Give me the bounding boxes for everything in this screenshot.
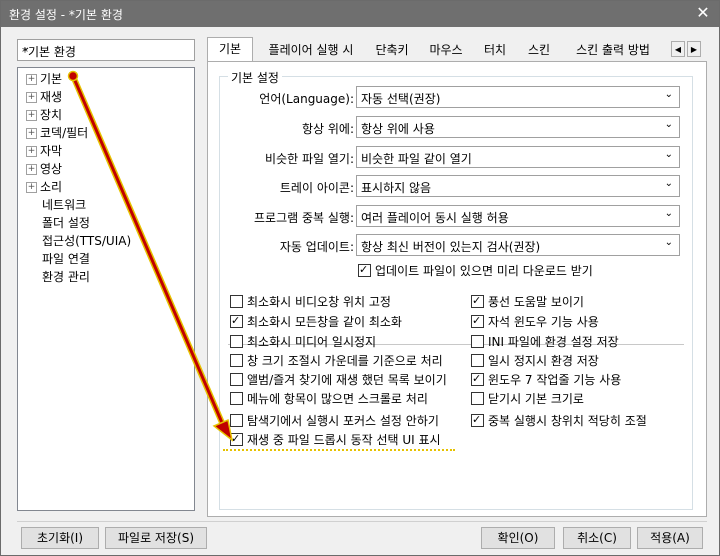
tree-item-network[interactable]: 네트워크 — [42, 196, 86, 214]
expand-icon[interactable]: + — [26, 74, 37, 85]
tab-skin-output[interactable]: 스킨 출력 방법 — [563, 39, 663, 61]
ok-button[interactable]: 확인(O) — [481, 527, 555, 549]
chevron-down-icon: ⌄ — [664, 149, 673, 160]
tree-item-codec[interactable]: + 코덱/필터 — [26, 124, 88, 142]
option-save-ini[interactable]: INI 파일에 환경 설정 저장 — [471, 334, 619, 350]
language-label: 언어(Language): — [259, 92, 354, 106]
option-show-played-list[interactable]: 앨범/즐겨 찾기에 재생 했던 목록 보이기 — [230, 372, 447, 388]
title-bar: 환경 설정 - *기본 환경 ✕ — [1, 1, 719, 27]
chevron-down-icon: ⌄ — [664, 237, 673, 248]
expand-icon[interactable]: + — [26, 146, 37, 157]
window-title: 환경 설정 - *기본 환경 — [9, 8, 123, 22]
expand-icon[interactable]: + — [26, 92, 37, 103]
option-pause-on-minimize[interactable]: 최소화시 미디어 일시정지 — [230, 334, 376, 350]
tab-scroll-left-icon[interactable]: ◀ — [671, 41, 685, 57]
option-resize-from-center[interactable]: 창 크기 조절시 가운데를 기준으로 처리 — [230, 353, 443, 369]
auto-update-label: 자동 업데이트: — [279, 240, 354, 254]
expand-icon[interactable]: + — [26, 110, 37, 121]
option-save-on-pause[interactable]: 일시 정지시 환경 저장 — [471, 353, 599, 369]
tree-item-file-association[interactable]: 파일 연결 — [42, 250, 90, 268]
option-win7-taskbar[interactable]: 윈도우 7 작업줄 기능 사용 — [471, 371, 621, 388]
preferences-window: 환경 설정 - *기본 환경 ✕ *기본 환경 ⌄ + 기본 + 재생 + 장치 + 코… — [0, 0, 720, 556]
cancel-button[interactable]: 취소(C) — [563, 527, 631, 549]
tree-item-subtitle[interactable]: + 자막 — [26, 142, 62, 160]
multi-instance-label: 프로그램 중복 실행: — [254, 211, 354, 225]
tree-item-video[interactable]: + 영상 — [26, 160, 62, 178]
chevron-down-icon: ⌄ — [664, 119, 673, 130]
checkbox-icon[interactable] — [358, 262, 371, 278]
option-drop-action-ui[interactable]: 재생 중 파일 드롭시 동작 선택 UI 표시 — [230, 431, 441, 448]
multi-instance-select[interactable]: 여러 플레이어 동시 실행 허용 ⌄ — [356, 205, 680, 227]
profile-select[interactable]: *기본 환경 ⌄ — [17, 39, 195, 61]
footer-divider — [17, 521, 707, 522]
expand-icon[interactable]: + — [26, 164, 37, 175]
predownload-update-checkbox[interactable]: 업데이트 파일이 있으면 미리 다운로드 받기 — [358, 262, 593, 279]
expand-icon[interactable]: + — [26, 182, 37, 193]
option-no-focus-from-explorer[interactable]: 탐색기에서 실행시 포커스 설정 안하기 — [230, 413, 439, 429]
tree-item-basic[interactable]: + 기본 — [26, 70, 62, 88]
basic-settings-title: 기본 설정 — [228, 69, 282, 86]
chevron-down-icon: ⌄ — [664, 208, 673, 219]
always-on-top-select[interactable]: 항상 위에 사용 ⌄ — [356, 116, 680, 138]
chevron-down-icon: ⌄ — [22, 42, 31, 53]
always-on-top-label: 항상 위에: — [301, 122, 354, 136]
tree-item-audio[interactable]: + 소리 — [26, 178, 62, 196]
chevron-down-icon: ⌄ — [664, 178, 673, 189]
tab-touch[interactable]: 터치 — [475, 39, 515, 61]
tray-icon-label: 트레이 아이콘: — [279, 181, 354, 195]
apply-button[interactable]: 적용(A) — [637, 527, 703, 549]
settings-tree[interactable]: + 기본 + 재생 + 장치 + 코덱/필터 + 자막 + 영상 + 소리 네트워크 폴더 설… — [17, 67, 195, 511]
highlight-underline — [223, 449, 455, 451]
tab-skin[interactable]: 스킨 — [519, 39, 559, 61]
auto-update-select[interactable]: 항상 최신 버전이 있는지 검사(권장) ⌄ — [356, 234, 680, 256]
tree-item-device[interactable]: + 장치 — [26, 106, 62, 124]
reset-button[interactable]: 초기화(I) — [21, 527, 99, 549]
option-magnetic-window[interactable]: 자석 윈도우 기능 사용 — [471, 313, 599, 330]
tab-mouse[interactable]: 마우스 — [421, 39, 471, 61]
option-default-size-on-close[interactable]: 닫기시 기본 크기로 — [471, 391, 584, 407]
tray-icon-select[interactable]: 표시하지 않음 ⌄ — [356, 175, 680, 197]
tab-on-launch[interactable]: 플레이어 실행 시 — [257, 39, 365, 61]
similar-files-select[interactable]: 비슷한 파일 같이 열기 ⌄ — [356, 146, 680, 168]
option-scroll-long-menu[interactable]: 메뉴에 항목이 많으면 스크롤로 처리 — [230, 391, 428, 407]
tree-item-folder[interactable]: 폴더 설정 — [42, 214, 90, 232]
tree-item-profile-manage[interactable]: 환경 관리 — [42, 268, 90, 286]
option-minimize-all[interactable]: 최소화시 모든창을 같이 최소화 — [230, 313, 402, 330]
chevron-down-icon: ⌄ — [664, 89, 673, 100]
option-adjust-window-position[interactable]: 중복 실행시 창위치 적당히 조절 — [471, 412, 647, 429]
tab-scroll-right-icon[interactable]: ▶ — [687, 41, 701, 57]
tab-basic[interactable]: 기본 — [207, 37, 253, 61]
tab-strip: 기본 플레이어 실행 시 단축키 마우스 터치 스킨 스킨 출력 방법 ◀ ▶ — [207, 37, 707, 61]
similar-files-label: 비슷한 파일 열기: — [265, 152, 354, 166]
tree-item-playback[interactable]: + 재생 — [26, 88, 62, 106]
save-to-file-button[interactable]: 파일로 저장(S) — [105, 527, 207, 549]
close-icon[interactable]: ✕ — [693, 4, 713, 22]
tab-hotkeys[interactable]: 단축키 — [367, 39, 417, 61]
language-select[interactable]: 자동 선택(권장) ⌄ — [356, 86, 680, 108]
option-balloon-tips[interactable]: 풍선 도움말 보이기 — [471, 293, 584, 310]
tree-item-accessibility[interactable]: 접근성(TTS/UIA) — [42, 232, 131, 250]
option-fix-video-position[interactable]: 최소화시 비디오창 위치 고정 — [230, 294, 391, 310]
expand-icon[interactable]: + — [26, 128, 37, 139]
